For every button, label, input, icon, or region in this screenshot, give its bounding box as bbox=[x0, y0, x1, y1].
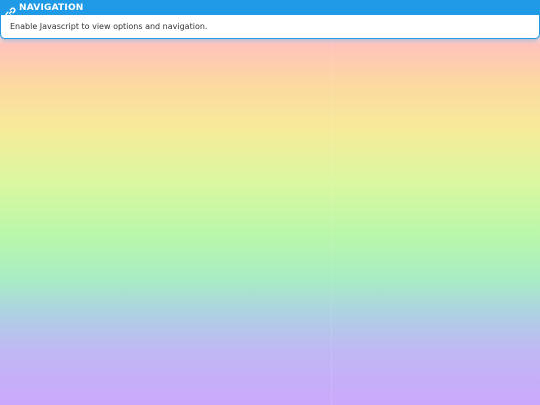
javascript-notice: Enable Javascript to view options and na… bbox=[10, 22, 208, 31]
background-seam bbox=[331, 40, 332, 405]
link-icon bbox=[5, 3, 16, 17]
navigation-title: NAVIGATION bbox=[19, 3, 84, 13]
navigation-body: Enable Javascript to view options and na… bbox=[1, 15, 539, 38]
navigation-panel: NAVIGATION Enable Javascript to view opt… bbox=[0, 0, 540, 39]
navigation-header[interactable]: NAVIGATION bbox=[1, 1, 539, 17]
